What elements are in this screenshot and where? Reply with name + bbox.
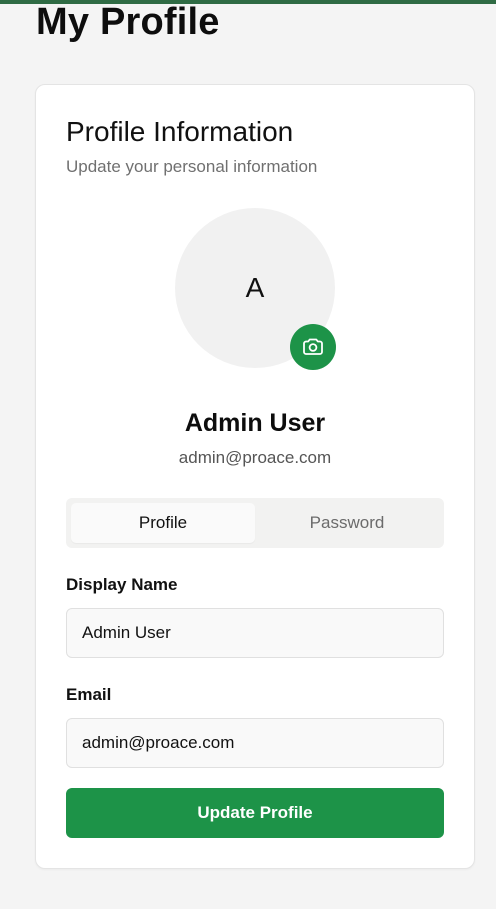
email-input[interactable] xyxy=(66,718,444,768)
profile-tabs: Profile Password xyxy=(66,498,444,548)
display-name-label: Display Name xyxy=(66,575,178,594)
card-title: Profile Information xyxy=(66,116,294,147)
camera-icon xyxy=(303,338,323,355)
update-profile-button[interactable]: Update Profile xyxy=(66,788,444,838)
display-name-input[interactable] xyxy=(66,608,444,658)
page-title: My Profile xyxy=(36,1,220,43)
user-name: Admin User xyxy=(184,409,326,437)
tab-password[interactable]: Password xyxy=(255,503,439,543)
avatar-initial: A xyxy=(245,272,265,303)
user-email: admin@proace.com xyxy=(178,448,332,467)
card-subtitle: Update your personal information xyxy=(66,157,318,176)
change-avatar-button[interactable] xyxy=(290,324,336,370)
tab-profile[interactable]: Profile xyxy=(71,503,255,543)
email-label: Email xyxy=(66,685,112,704)
profile-card: Profile Information Update your personal… xyxy=(35,84,475,869)
